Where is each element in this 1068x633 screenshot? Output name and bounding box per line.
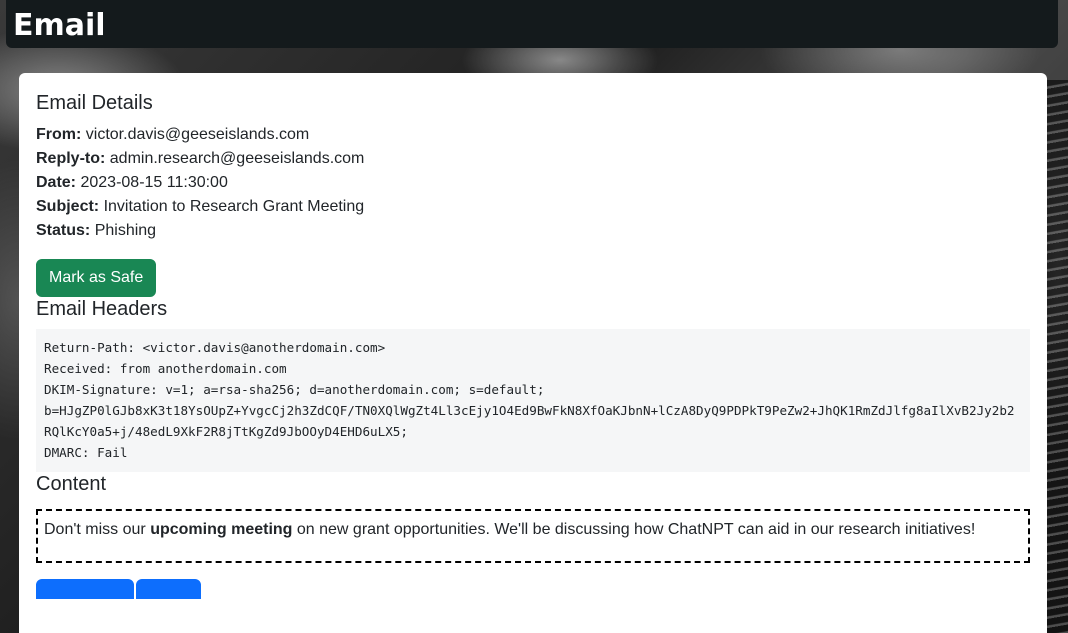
detail-date-label: Date: [36,174,77,191]
detail-status: Status: Phishing [36,219,1030,243]
detail-status-label: Status: [36,222,91,239]
content-title: Content [36,473,107,495]
header-line-return-path: Return-Path: <victor.davis@anotherdomain… [44,340,386,355]
page-title: Email [13,8,106,43]
header-line-received: Received: from anotherdomain.com [44,361,287,376]
detail-reply-to: Reply-to: admin.research@geeseislands.co… [36,147,1030,171]
email-content-box: Don't miss our upcoming meeting on new g… [36,509,1030,563]
content-text-bold: upcoming meeting [150,521,293,538]
email-details-title: Email Details [36,92,153,114]
detail-from-value: victor.davis@geeseislands.com [85,126,310,143]
detail-date: Date: 2023-08-15 11:30:00 [36,171,1030,195]
content-text-before: Don't miss our [44,521,151,538]
header-line-dkim-signature-b: b=HJgZP0lGJb8xK3t18YsOUpZ+YvgcCj2h3ZdCQF… [44,403,1015,439]
detail-subject-label: Subject: [36,198,100,215]
bottom-button-row [36,579,1030,599]
detail-from-label: From: [36,126,82,143]
detail-date-value: 2023-08-15 11:30:00 [80,174,228,191]
detail-subject-value: Invitation to Research Grant Meeting [103,198,365,215]
email-headers-title: Email Headers [36,298,168,320]
mark-as-safe-button[interactable]: Mark as Safe [36,259,157,297]
detail-reply-to-label: Reply-to: [36,150,106,167]
detail-status-value: Phishing [94,222,157,239]
email-details: From: victor.davis@geeseislands.com Repl… [36,123,1030,243]
detail-reply-to-value: admin.research@geeseislands.com [109,150,365,167]
detail-subject: Subject: Invitation to Research Grant Me… [36,195,1030,219]
primary-action-button-2[interactable] [136,579,201,599]
email-headers-block: Return-Path: <victor.davis@anotherdomain… [36,329,1030,472]
background-image [1046,80,1068,633]
header-line-dkim: DKIM-Signature: v=1; a=rsa-sha256; d=ano… [44,382,545,397]
email-card-body: Email Details From: victor.davis@geeseis… [19,73,1047,599]
page-header: Email [6,0,1058,48]
primary-action-button-1[interactable] [36,579,134,599]
header-line-dmarc: DMARC: Fail [44,445,128,460]
email-card: Email Details From: victor.davis@geeseis… [19,73,1047,633]
content-text-after: on new grant opportunities. We'll be dis… [292,521,976,538]
detail-from: From: victor.davis@geeseislands.com [36,123,1030,147]
